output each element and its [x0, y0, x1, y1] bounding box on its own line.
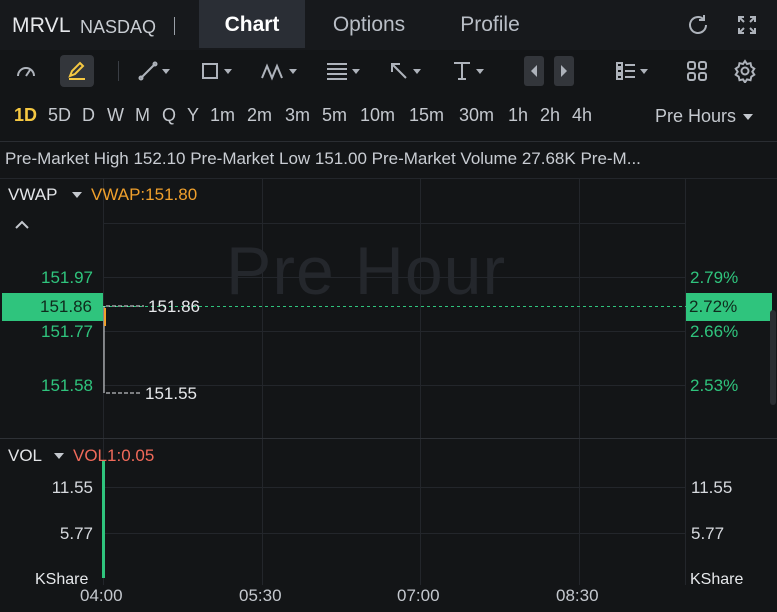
scrollbar[interactable] — [770, 310, 776, 405]
vwap-value: VWAP:151.80 — [91, 185, 198, 204]
chevron-down-icon[interactable] — [54, 453, 64, 459]
low-marker: 151.55 — [145, 384, 197, 403]
current-percent: 2.72% — [689, 297, 738, 316]
price-axis-label: 151.77 — [41, 322, 93, 341]
volume-axis-label: 5.77 — [691, 524, 725, 543]
volume-value: VOL1:0.05 — [73, 446, 155, 465]
high-marker: 151.86 — [148, 297, 200, 316]
percent-axis-label: 2.53% — [690, 376, 739, 395]
volume-axis-label: 11.55 — [691, 478, 733, 497]
percent-axis-label: 2.66% — [690, 322, 739, 341]
chevron-down-icon[interactable] — [72, 192, 82, 198]
time-axis-label: 05:30 — [239, 586, 282, 605]
volume-axis-label: 5.77 — [59, 524, 93, 543]
volume-indicator-select[interactable]: VOL — [8, 446, 42, 466]
volume-axis-label: 11.55 — [51, 478, 93, 497]
indicator-select[interactable]: VWAP — [8, 185, 57, 205]
watermark: Pre Hour — [226, 233, 507, 309]
time-axis-label: 07:00 — [397, 586, 440, 605]
chevron-up-icon[interactable] — [14, 218, 30, 236]
price-axis-label: 151.97 — [41, 268, 93, 287]
current-price: 151.86 — [40, 297, 92, 316]
time-axis-label: 04:00 — [80, 586, 123, 605]
price-axis-label: 151.58 — [41, 376, 93, 395]
volume-unit: KShare — [690, 571, 744, 588]
time-axis-label: 08:30 — [556, 586, 599, 605]
volume-bar — [102, 460, 105, 578]
percent-axis-label: 2.79% — [690, 268, 739, 287]
